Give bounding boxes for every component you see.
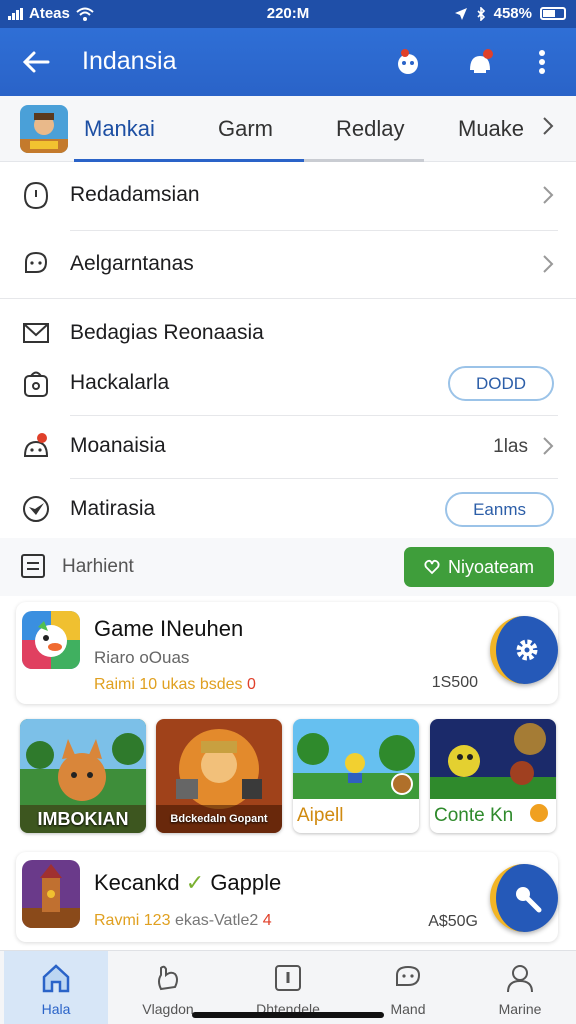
section-header: Harhient Niyoateam [0, 538, 576, 596]
trailing-value: 1las [493, 436, 528, 457]
menu-item-hackalarla[interactable]: Hackalarla DODD [0, 350, 576, 418]
game-price: A$50G [428, 913, 478, 930]
tile-caption: Conte Kn [434, 805, 514, 826]
castle-art [22, 860, 80, 928]
game-meta-text: Raimi 10 ukas bsdes [94, 676, 243, 693]
menu-item-aelgarntanas[interactable]: Aelgarntanas [0, 231, 576, 299]
tab-garm[interactable]: Garm [218, 116, 273, 142]
section-divider [0, 298, 576, 299]
game-character-icon [20, 105, 68, 153]
search-fab[interactable] [490, 864, 558, 932]
coin-icon [528, 802, 550, 824]
nav-label: Hala [41, 1001, 71, 1017]
more-options-button[interactable] [522, 42, 562, 82]
chevron-right-icon [543, 255, 554, 273]
game-card[interactable]: Kecankd ✓ Gapple Ravmi 123 ekas-Vatle2 4… [16, 852, 558, 942]
group-header-label: Bedagias Reonaasia [70, 321, 264, 344]
gear-icon [516, 639, 538, 661]
tile-caption: Bdckedaln Gopant [156, 805, 282, 833]
menu-item-label: Moanaisia [70, 434, 166, 457]
nav-item-home[interactable]: Hala [4, 951, 108, 1024]
game-meta-count: 0 [246, 676, 256, 693]
list-icon [21, 554, 45, 578]
section-label: Harhient [62, 556, 134, 577]
game-tile[interactable]: Aipell [293, 719, 419, 833]
bluetooth-icon [477, 6, 485, 21]
tile-caption: Aipell [297, 805, 344, 826]
game-meta-text: Ravmi 123 [94, 912, 171, 929]
game-thumbnail [22, 611, 80, 669]
menu-item-label: Aelgarntanas [70, 252, 194, 275]
menu-item-label: Matirasia [70, 497, 156, 520]
profile-thumbnail[interactable] [20, 105, 68, 153]
tab-redlay[interactable]: Redlay [336, 116, 404, 142]
card-icon [275, 965, 301, 991]
status-bar: Ateas 220:M 458% [0, 0, 576, 28]
mascot-icon [398, 49, 418, 74]
mail-icon [20, 317, 52, 349]
settings-fab[interactable] [490, 616, 558, 684]
game-mascot-icon [22, 611, 80, 669]
battery-percent: 458% [493, 5, 532, 22]
green-action-button[interactable]: Niyoateam [404, 547, 554, 587]
menu-item-matirasia[interactable]: Matirasia Eanms [0, 476, 576, 544]
bag-icon [20, 367, 52, 399]
chevron-right-icon [543, 437, 554, 455]
game-meta: Raimi 10 ukas bsdes 0 [94, 676, 256, 694]
tile-caption: IMBOKIAN [20, 805, 146, 833]
profile-icon [507, 965, 533, 993]
green-button-label: Niyoateam [447, 556, 535, 577]
coin-icon [391, 773, 413, 795]
game-subtitle: Riaro oOuas [94, 648, 190, 667]
back-arrow-icon[interactable] [20, 46, 52, 78]
battery-icon [540, 7, 566, 20]
search-icon [516, 887, 542, 913]
app-bar: Indansia [0, 28, 576, 96]
action-pill-button[interactable]: DODD [447, 366, 554, 401]
game-title: Game INeuhen [94, 616, 244, 641]
game-tile[interactable]: Bdckedaln Gopant [156, 719, 282, 833]
game-meta-count: 4 [262, 912, 272, 929]
menu-item-redadamsian[interactable]: Redadamsian [0, 162, 576, 230]
page-title: Indansia [82, 47, 177, 75]
game-title: Kecankd ✓ Gapple [94, 870, 281, 896]
tab-mankai[interactable]: Mankai [84, 116, 155, 142]
game-tile[interactable]: Conte Kn [430, 719, 556, 833]
game-title-main: Kecankd [94, 870, 180, 895]
more-vertical-icon [539, 50, 545, 74]
mascot-button[interactable] [388, 42, 428, 82]
nav-item-marine[interactable]: Marine [468, 951, 572, 1024]
menu-item-label: Hackalarla [70, 371, 170, 394]
home-indicator[interactable] [192, 1012, 384, 1018]
shield-check-icon [20, 493, 52, 525]
heart-icon [424, 559, 440, 575]
menu-item-label: Redadamsian [70, 183, 200, 206]
chevron-right-icon[interactable] [542, 116, 554, 136]
action-pill-button[interactable]: Eanms [445, 492, 554, 527]
home-icon [42, 964, 70, 993]
nav-label: Marine [498, 1001, 542, 1017]
location-icon [454, 7, 467, 20]
menu-item-moanaisia[interactable]: Moanaisia 1las [0, 413, 576, 481]
character-notification-icon [20, 430, 52, 462]
game-tile[interactable]: IMBOKIAN [20, 719, 146, 833]
tab-bar: Mankai Garm Redlay Muake [0, 96, 576, 162]
game-title-suffix: Gapple [210, 870, 282, 895]
notification-badge-icon [470, 49, 493, 73]
game-thumbnail [22, 860, 80, 928]
game-meta-secondary: ekas-Vatle2 [174, 912, 259, 929]
leaf-icon: ✓ [185, 870, 205, 895]
game-card[interactable]: Game INeuhen Riaro oOuas Raimi 10 ukas b… [16, 602, 558, 704]
tab-muake[interactable]: Muake [458, 116, 524, 142]
notifications-button[interactable] [460, 42, 500, 82]
game-art-monster [430, 719, 556, 799]
game-price: 1S500 [431, 674, 478, 691]
hand-icon [158, 965, 178, 991]
chat-bubble-icon [20, 248, 52, 280]
chevron-right-icon [543, 186, 554, 204]
clock-icon [20, 179, 52, 211]
chat-icon [396, 965, 421, 986]
game-meta: Ravmi 123 ekas-Vatle2 4 [94, 912, 272, 930]
